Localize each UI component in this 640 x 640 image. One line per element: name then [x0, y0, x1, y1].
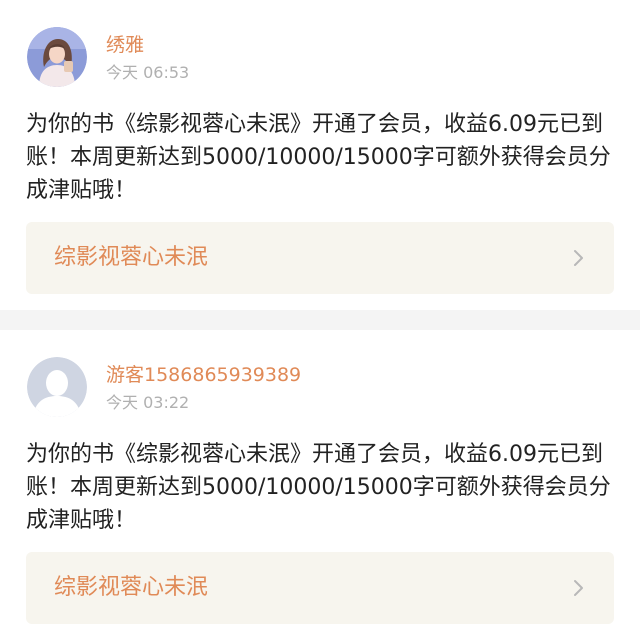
user-photo-avatar-icon [27, 27, 87, 87]
section-divider [0, 310, 640, 330]
notification-feed: 绣雅 今天 06:53 为你的书《综影视蓉心未泯》开通了会员，收益6.09元已到… [0, 0, 640, 640]
notification-card: 绣雅 今天 06:53 为你的书《综影视蓉心未泯》开通了会员，收益6.09元已到… [0, 0, 640, 310]
chevron-right-icon [574, 250, 583, 266]
book-link-button[interactable]: 综影视蓉心未泯 [26, 222, 614, 294]
timestamp: 今天 03:22 [106, 393, 190, 412]
chevron-right-icon [574, 580, 583, 596]
default-user-avatar-icon [27, 357, 87, 417]
username[interactable]: 游客1586865939389 [106, 363, 301, 387]
notification-message: 为你的书《综影视蓉心未泯》开通了会员，收益6.09元已到账！本周更新达到5000… [26, 112, 611, 203]
notification-message: 为你的书《综影视蓉心未泯》开通了会员，收益6.09元已到账！本周更新达到5000… [26, 442, 611, 533]
book-title: 综影视蓉心未泯 [54, 575, 209, 600]
notification-card: 游客1586865939389 今天 03:22 为你的书《综影视蓉心未泯》开通… [0, 330, 640, 640]
book-title: 综影视蓉心未泯 [54, 245, 209, 270]
avatar[interactable] [27, 27, 87, 87]
book-link-button[interactable]: 综影视蓉心未泯 [26, 552, 614, 624]
timestamp: 今天 06:53 [106, 63, 190, 82]
avatar[interactable] [27, 357, 87, 417]
username[interactable]: 绣雅 [106, 33, 144, 57]
